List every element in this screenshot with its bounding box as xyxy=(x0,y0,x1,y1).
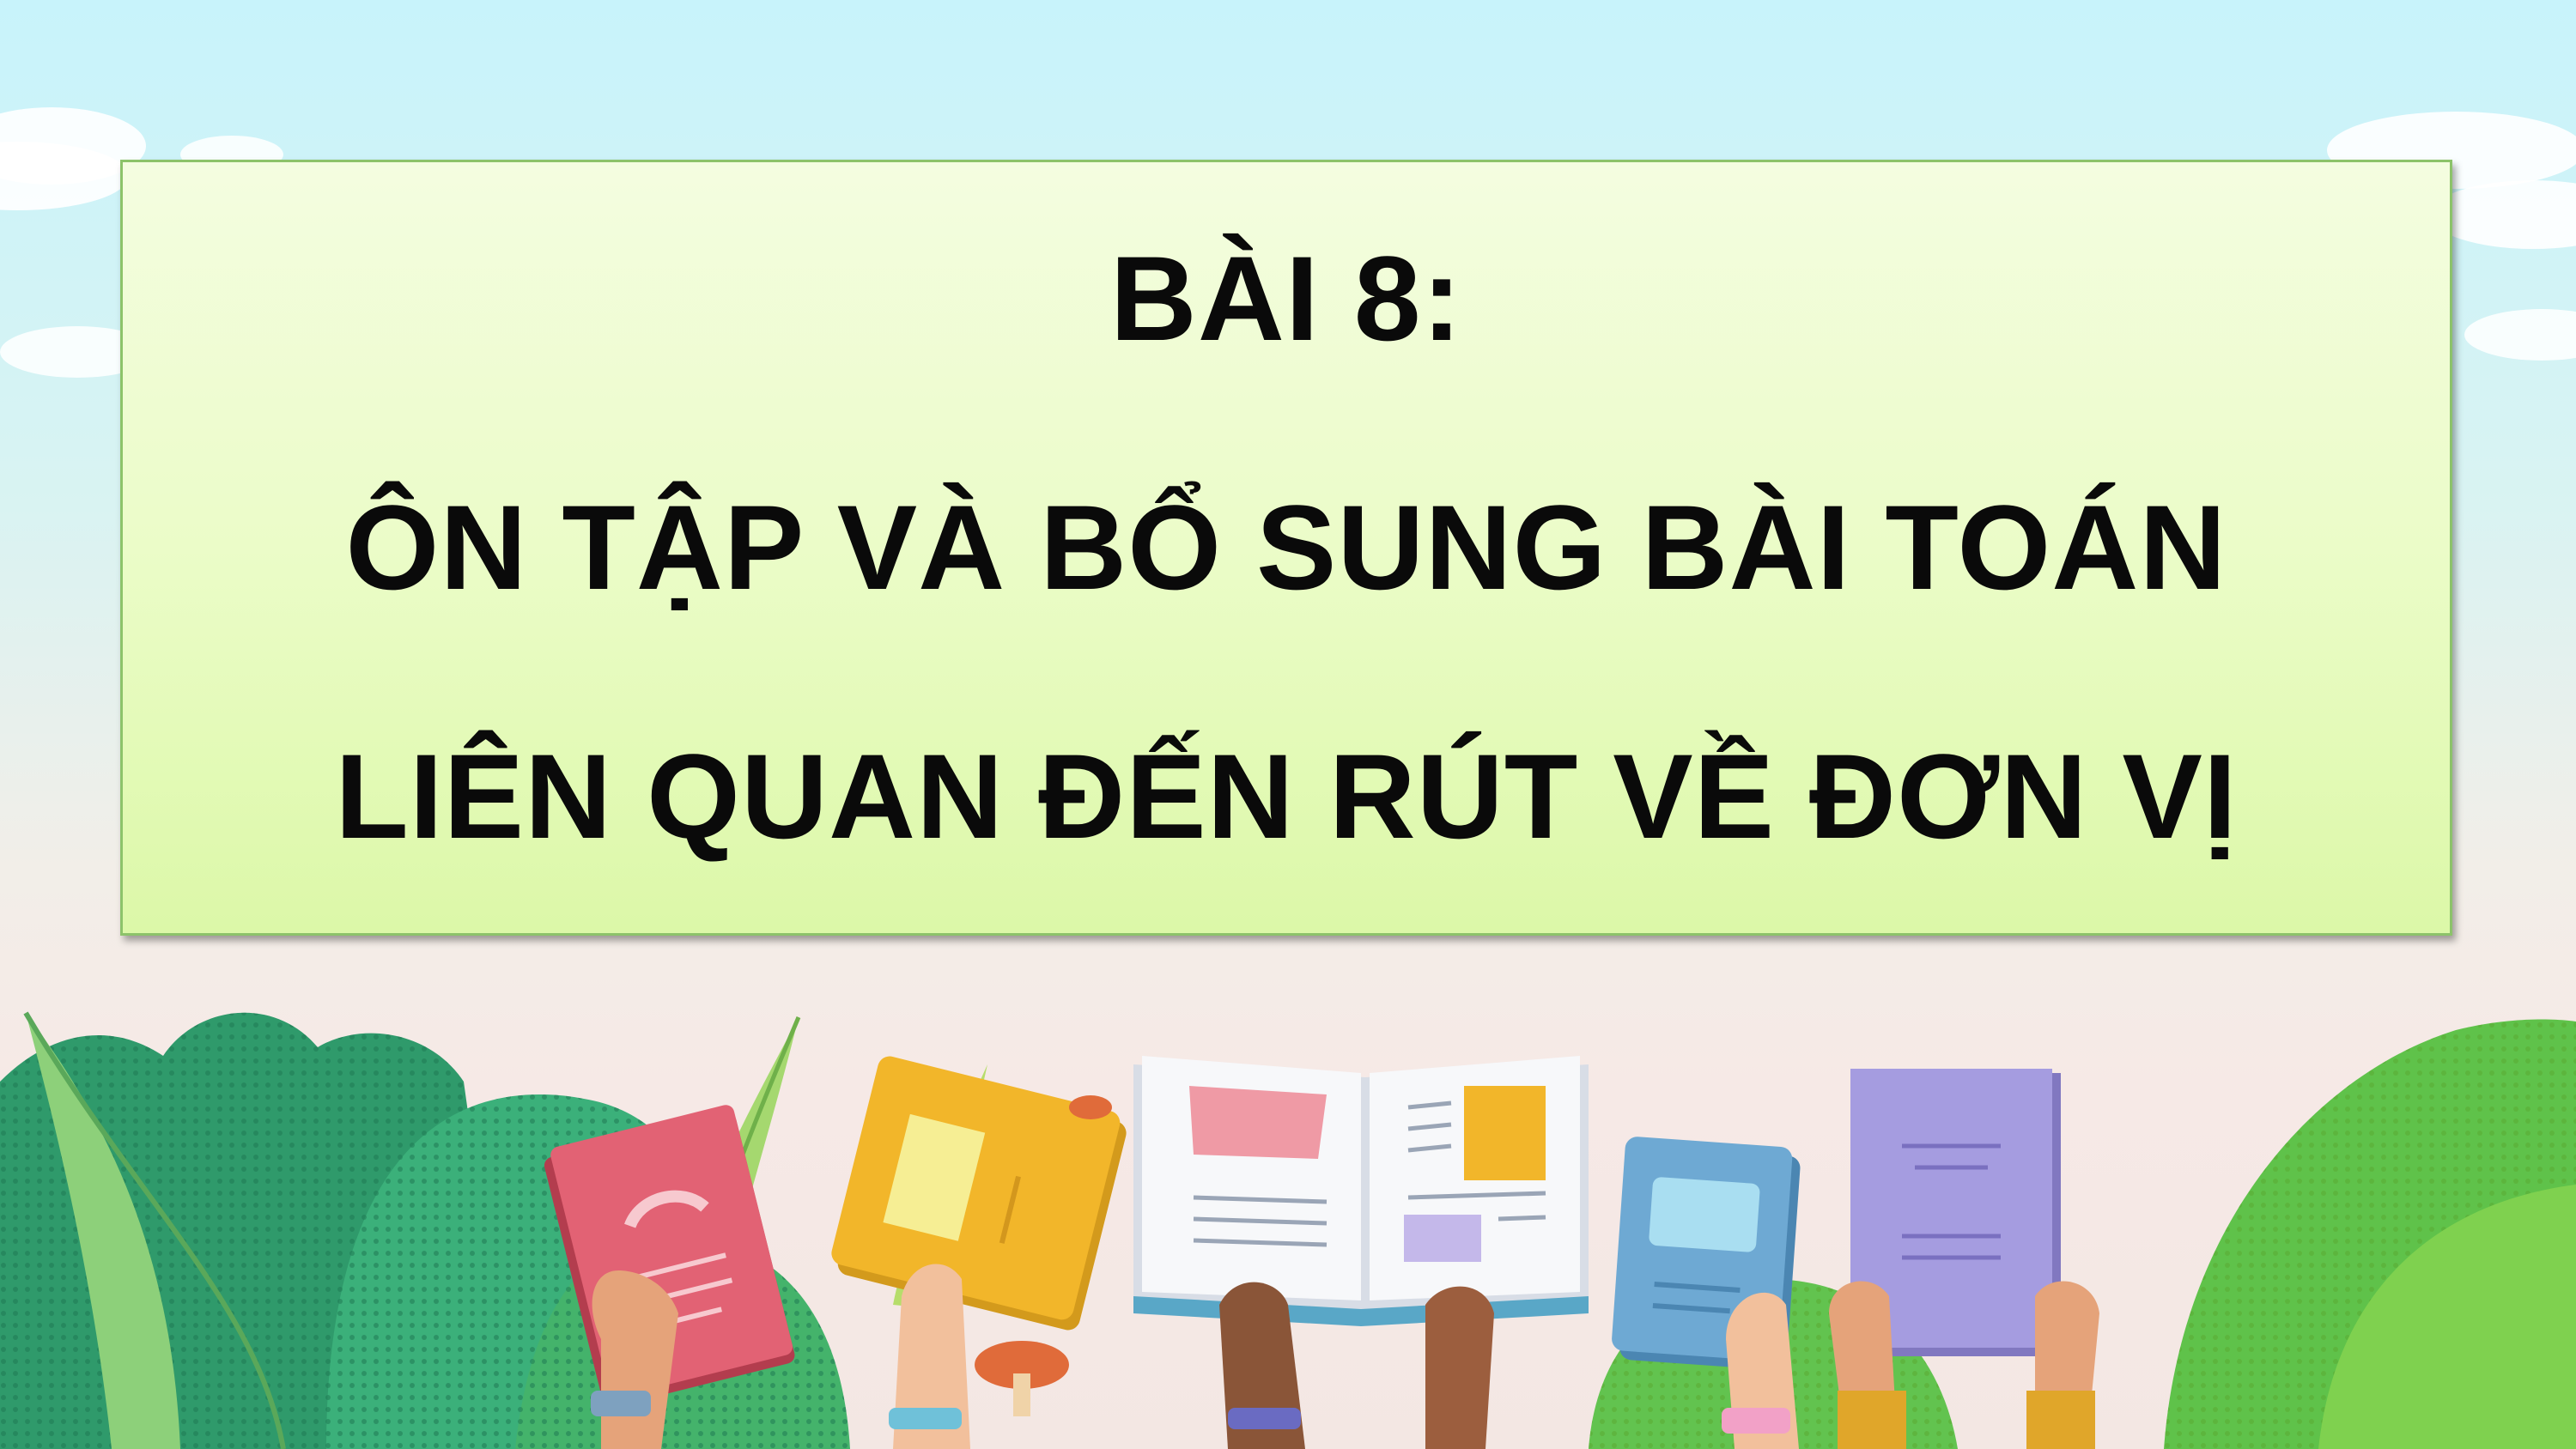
slide: BÀI 8: ÔN TẬP VÀ BỔ SUNG BÀI TOÁN LIÊN Q… xyxy=(0,0,2576,1449)
book-icon xyxy=(831,1056,1127,1331)
lesson-number: BÀI 8: xyxy=(1109,231,1463,366)
lesson-title-line-1: ÔN TẬP VÀ BỔ SUNG BÀI TOÁN xyxy=(345,480,2227,615)
title-box: BÀI 8: ÔN TẬP VÀ BỔ SUNG BÀI TOÁN LIÊN Q… xyxy=(120,160,2452,936)
lesson-title-line-2: LIÊN QUAN ĐẾN RÚT VỀ ĐƠN VỊ xyxy=(335,729,2238,864)
open-book-icon xyxy=(1133,1056,1589,1326)
